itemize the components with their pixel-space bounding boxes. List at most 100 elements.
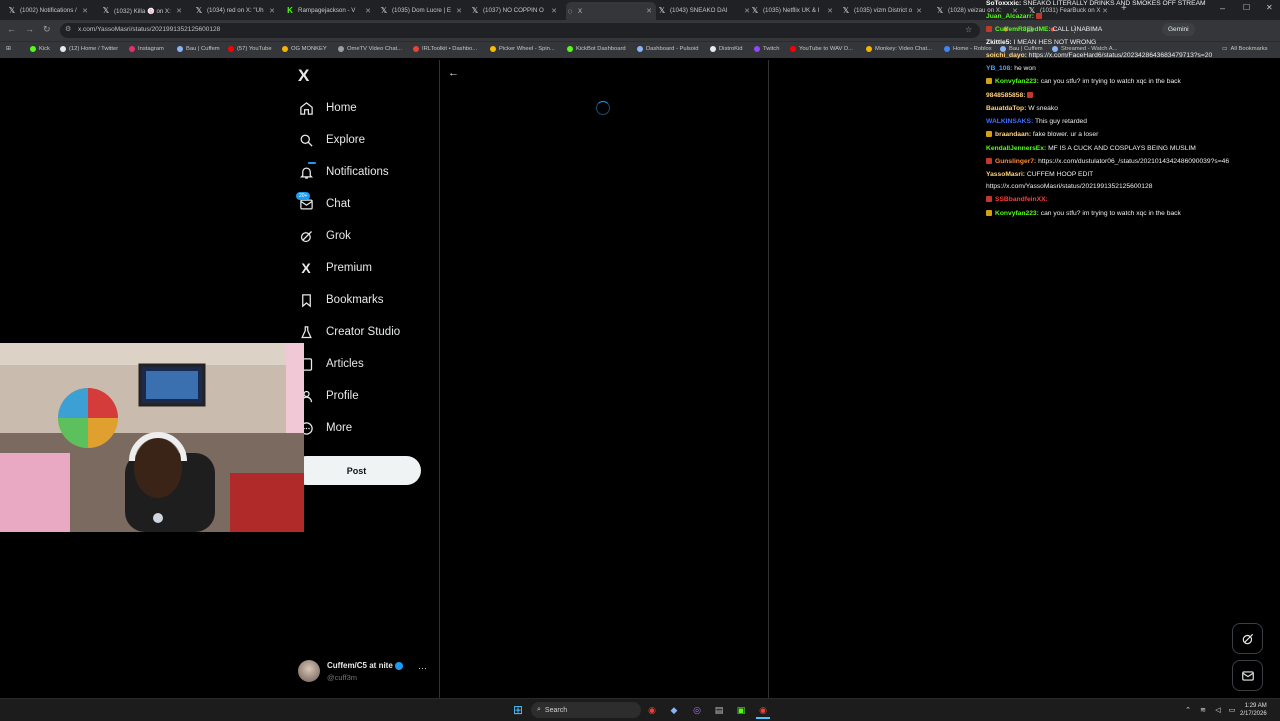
- close-icon[interactable]: ✕: [646, 7, 652, 15]
- site-info-icon[interactable]: ⚙: [65, 25, 71, 33]
- tab-3[interactable]: 𝕏 (1034) red on X: "Uh ✕: [195, 3, 275, 18]
- nav-explore[interactable]: Explore: [298, 128, 365, 152]
- post-button[interactable]: Post: [292, 456, 421, 485]
- bookmark-item[interactable]: Twitch: [754, 46, 779, 52]
- nav-label: Profile: [326, 390, 359, 402]
- bookmark-item[interactable]: Bau | Cuffem: [177, 46, 220, 52]
- messages-float-button[interactable]: [1232, 660, 1263, 691]
- apps-icon[interactable]: ⊞: [6, 46, 11, 52]
- forward-icon[interactable]: →: [25, 24, 34, 34]
- tab-8[interactable]: 𝕏 (1043) SNEAKO DAI ✕: [658, 3, 750, 18]
- nav-chat[interactable]: 20+ Chat: [296, 192, 350, 216]
- close-icon[interactable]: ✕: [744, 7, 750, 15]
- chat-message: 9848585858:: [986, 92, 1036, 99]
- steam-icon[interactable]: ◆: [667, 703, 681, 717]
- bookmark-item[interactable]: IRLToolkit • Dashbo...: [413, 46, 477, 52]
- close-icon[interactable]: ✕: [176, 7, 182, 15]
- bookmark-item[interactable]: Picker Wheel - Spin...: [490, 46, 555, 52]
- back-icon[interactable]: ←: [7, 24, 16, 34]
- tab-9[interactable]: 𝕏 (1035) Netflix UK & I ✕: [751, 3, 833, 18]
- nav-creator-studio[interactable]: Creator Studio: [298, 320, 400, 344]
- nav-label: Articles: [326, 358, 364, 370]
- tab-6[interactable]: 𝕏 (1037) NO COPPIN O ✕: [471, 3, 557, 18]
- bookmark-item[interactable]: (57) YouTube: [228, 46, 272, 52]
- tab-4[interactable]: K Rampagejackson - V ✕: [286, 3, 371, 18]
- os-taskbar: ⊞ ⌕ Search ◉ ◆ ◎ ▤ ▣ ◉ ⌃ ≋ ◁ ▭ 1:29 AM 2/1…: [0, 698, 1280, 721]
- chat-message: YB_108: he won: [986, 65, 1036, 72]
- emote-icon: [1027, 92, 1034, 99]
- bookmark-item[interactable]: DistroKid: [710, 46, 743, 52]
- nav-label: Creator Studio: [326, 326, 401, 338]
- x-icon: 𝕏: [8, 6, 16, 15]
- close-icon[interactable]: ✕: [456, 7, 462, 15]
- tab-5[interactable]: 𝕏 (1035) Dom Lucre | E ✕: [380, 3, 462, 18]
- nav-premium[interactable]: X Premium: [298, 256, 372, 280]
- nav-home[interactable]: Home: [298, 96, 357, 120]
- search-icon: [298, 132, 314, 148]
- close-icon[interactable]: ✕: [269, 7, 275, 15]
- webcam-overlay: [0, 343, 304, 532]
- bookmark-item[interactable]: Instagram: [129, 46, 164, 52]
- nav-label: Bookmarks: [326, 294, 384, 306]
- tab-active[interactable]: ◌ X ✕: [566, 2, 656, 20]
- tab-1[interactable]: 𝕏 (1002) Notifications / ✕: [8, 3, 88, 18]
- app-icon[interactable]: ▤: [712, 703, 726, 717]
- close-icon[interactable]: ✕: [916, 7, 922, 15]
- wifi-icon[interactable]: ≋: [1196, 703, 1210, 717]
- x-icon: 𝕏: [936, 6, 944, 15]
- grok-float-button[interactable]: [1232, 623, 1263, 654]
- chat-message: Konvyfan223: can you stfu? im trying to …: [986, 78, 1181, 85]
- account-handle: @cuff3m: [327, 673, 357, 682]
- windows-start-icon[interactable]: ⊞: [511, 703, 525, 717]
- kick-icon[interactable]: ▣: [734, 703, 748, 717]
- bell-icon: [298, 162, 316, 180]
- back-arrow-icon[interactable]: ←: [448, 67, 459, 79]
- avatar: [298, 660, 320, 682]
- account-switcher[interactable]: Cuffem/C5 at nite @cuff3m ···: [298, 660, 433, 684]
- chrome-active-icon[interactable]: ◉: [756, 703, 770, 719]
- chat-message: YassoMasri: CUFFEM HOOP EDIT: [986, 171, 1094, 178]
- bookmark-item[interactable]: YouTube to WAV D...: [790, 46, 853, 52]
- nav-grok[interactable]: Grok: [298, 224, 351, 248]
- bookmark-item[interactable]: (12) Home / Twitter: [60, 46, 118, 52]
- bookmark-item[interactable]: Kick: [30, 46, 50, 52]
- close-icon[interactable]: ✕: [365, 7, 371, 15]
- bookmark-item[interactable]: OG MONKEY: [282, 46, 327, 52]
- search-icon: ⌕: [537, 706, 541, 713]
- reload-icon[interactable]: ↻: [43, 24, 51, 35]
- obs-icon[interactable]: ◎: [690, 703, 704, 717]
- tab-10[interactable]: 𝕏 (1035) vizm District o ✕: [842, 3, 922, 18]
- x-icon: 𝕏: [842, 6, 850, 15]
- x-icon: 𝕏: [195, 6, 203, 15]
- tray-chevron-icon[interactable]: ⌃: [1181, 703, 1195, 717]
- bookmark-item[interactable]: Dashboard - Pulsoid: [637, 46, 699, 52]
- bookmark-star-icon[interactable]: ☆: [965, 25, 972, 34]
- nav-label: Grok: [326, 230, 351, 242]
- mail-icon: [1241, 670, 1254, 681]
- speaker-icon[interactable]: ◁: [1211, 703, 1225, 717]
- x-premium-icon: X: [301, 260, 311, 276]
- nav-label: Home: [326, 102, 357, 114]
- chrome-icon[interactable]: ◉: [645, 703, 659, 717]
- x-icon: 𝕏: [658, 6, 666, 15]
- taskbar-search[interactable]: ⌕ Search: [531, 702, 641, 718]
- nav-notifications[interactable]: Notifications: [298, 160, 389, 184]
- nav-articles[interactable]: Articles: [298, 352, 364, 376]
- close-icon[interactable]: ✕: [82, 7, 88, 15]
- nav-bookmarks[interactable]: Bookmarks: [298, 288, 384, 312]
- tab-2[interactable]: 𝕏 (1032) Killa 🍥 on X: ✕: [102, 3, 182, 18]
- bookmark-item[interactable]: Monkey: Video Chat...: [866, 46, 932, 52]
- bookmark-item[interactable]: OmeTV Video Chat...: [338, 46, 402, 52]
- more-dots-icon[interactable]: ···: [418, 663, 427, 673]
- nav-profile[interactable]: Profile: [298, 384, 359, 408]
- bookmark-item[interactable]: KickBot Dashboard: [567, 46, 626, 52]
- battery-icon[interactable]: ▭: [1225, 703, 1239, 717]
- address-bar[interactable]: ⚙ x.com/YassoMasri/status/20219913521256…: [60, 23, 980, 38]
- close-icon[interactable]: ✕: [827, 7, 833, 15]
- x-logo[interactable]: X: [298, 66, 309, 86]
- account-name-row: Cuffem/C5 at nite: [327, 661, 404, 670]
- tab-label: (1032) Killa 🍥 on X:: [114, 7, 171, 15]
- close-icon[interactable]: ✕: [551, 7, 557, 15]
- system-clock[interactable]: 1:29 AM 2/17/2026: [1240, 702, 1267, 718]
- nav-more[interactable]: More: [298, 416, 352, 440]
